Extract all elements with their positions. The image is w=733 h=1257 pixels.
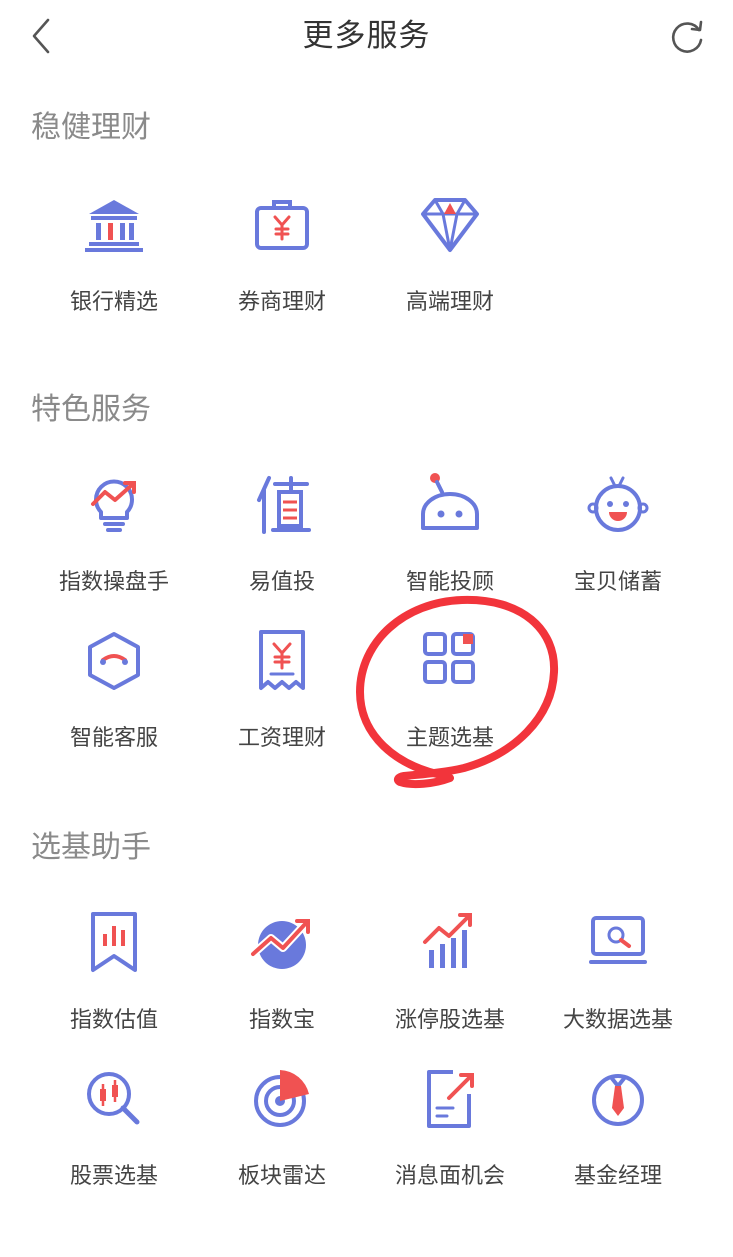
bank-icon [79,190,149,260]
service-label: 基金经理 [573,1164,662,1189]
service-label: 板块雷达 [237,1164,326,1189]
service-index-trader[interactable]: 指数操盘手 [30,470,198,620]
service-bigdata-fund[interactable]: 大数据选基 [534,908,702,1058]
service-bank-select[interactable]: 银行精选 [30,190,198,340]
service-salary-finance[interactable]: 工资理财 [198,626,366,776]
service-broker-finance[interactable]: 券商理财 [198,190,366,340]
service-yizhitou[interactable]: 易值投 [198,470,366,620]
service-index-valuation[interactable]: 指数估值 [30,908,198,1058]
service-label: 涨停股选基 [394,1008,505,1033]
service-label: 工资理财 [237,726,326,751]
service-sector-radar[interactable]: 板块雷达 [198,1064,366,1214]
service-label: 股票选基 [69,1164,158,1189]
section-title-wenjian: 稳健理财 [31,110,151,145]
hexagon-service-icon [79,626,149,696]
service-smart-cs[interactable]: 智能客服 [30,626,198,776]
page-title: 更多服务 [302,18,431,54]
diamond-icon [415,190,485,260]
service-label: 券商理财 [237,290,326,315]
service-limitup-fund[interactable]: 涨停股选基 [366,908,534,1058]
service-index-bao[interactable]: 指数宝 [198,908,366,1058]
service-baby-savings[interactable]: 宝贝储蓄 [534,470,702,620]
top-bar: 更多服务 [0,0,733,72]
receipt-yen-icon [247,626,317,696]
service-label: 高端理财 [405,290,494,315]
document-arrow-icon [415,1064,485,1134]
manager-tie-icon [583,1064,653,1134]
service-stock-fund[interactable]: 股票选基 [30,1064,198,1214]
service-theme-fund[interactable]: 主题选基 [366,626,534,776]
service-label: 大数据选基 [562,1008,673,1033]
service-label: 指数估值 [69,1008,158,1033]
refresh-button[interactable] [665,14,709,58]
service-news-opportunity[interactable]: 消息面机会 [366,1064,534,1214]
refresh-icon [671,20,703,53]
service-label: 银行精选 [69,290,158,315]
briefcase-yen-icon [247,190,317,260]
service-highend-finance[interactable]: 高端理财 [366,190,534,340]
service-label: 易值投 [248,570,315,595]
service-fund-manager[interactable]: 基金经理 [534,1064,702,1214]
service-label: 宝贝储蓄 [573,570,662,595]
service-label: 指数操盘手 [58,570,169,595]
baby-face-icon [583,470,653,540]
monitor-search-icon [583,908,653,978]
bar-trend-icon [415,908,485,978]
lightbulb-trend-icon [79,470,149,540]
radar-icon [247,1064,317,1134]
service-label: 主题选基 [405,726,494,751]
service-robo-advisor[interactable]: 智能投顾 [366,470,534,620]
value-char-icon [247,470,317,540]
grid-squares-icon [415,626,485,696]
magnifier-candle-icon [79,1064,149,1134]
circle-trend-icon [247,908,317,978]
bookmark-chart-icon [79,908,149,978]
section-title-xuanji: 选基助手 [31,830,151,865]
service-label: 智能投顾 [405,570,494,595]
robot-icon [415,470,485,540]
section-title-tese: 特色服务 [31,392,151,427]
service-label: 指数宝 [248,1008,315,1033]
service-label: 消息面机会 [394,1164,505,1189]
service-label: 智能客服 [69,726,158,751]
